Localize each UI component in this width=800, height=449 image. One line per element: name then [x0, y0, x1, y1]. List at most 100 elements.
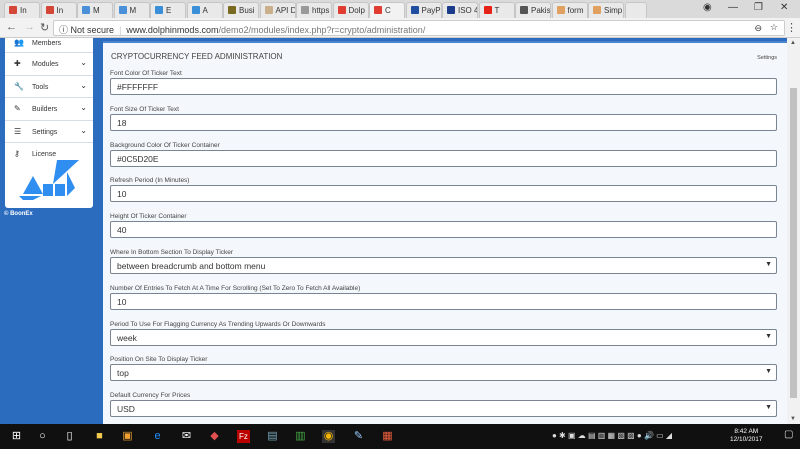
scroll-down-icon[interactable]: ▼: [790, 416, 796, 422]
browser-tab[interactable]: M: [77, 2, 113, 18]
app-icon[interactable]: ▤: [266, 430, 279, 443]
zoom-icon[interactable]: ⊖: [754, 23, 762, 34]
select-dropdown[interactable]: top ▼: [110, 364, 777, 382]
dolphin-icon: [374, 6, 382, 14]
site-icon: [118, 6, 127, 14]
taskbar: ⊞ ○ ▯ ■ ▣ e ✉ ◆ Fz ▤ ▥ ◉ ✎ ▦ ● ✱ ▣ ☁ ▤ ▥…: [0, 424, 800, 449]
browser-tab[interactable]: Pakis: [515, 2, 551, 18]
tab-strip: In In M M E A Busi API D https Dolp C PayP ISO 4 T Pak…: [0, 0, 800, 18]
tab-label: C: [385, 6, 391, 15]
page-title: CRYPTOCURRENCY FEED ADMINISTRATION: [111, 52, 283, 61]
profile-icon[interactable]: ◉: [703, 2, 712, 13]
browser-tab[interactable]: In: [40, 2, 77, 18]
new-tab-button[interactable]: [624, 2, 647, 18]
close-window-button[interactable]: ✕: [780, 2, 788, 13]
maximize-button[interactable]: ❐: [754, 2, 763, 13]
browser-tab[interactable]: Dolp: [332, 2, 369, 18]
sliders-icon: ☰: [14, 126, 22, 136]
settings-link[interactable]: Settings: [757, 55, 777, 61]
browser-tab[interactable]: https: [296, 2, 332, 18]
mail-icon[interactable]: ✉: [180, 430, 193, 443]
menu-icon[interactable]: ⋮: [786, 21, 797, 34]
clock-date: 12/10/2017: [730, 436, 763, 443]
reload-button[interactable]: ↻: [40, 21, 49, 34]
browser-tab[interactable]: T: [478, 2, 515, 18]
app-icon[interactable]: ◆: [208, 430, 221, 443]
sidebar-item-members[interactable]: 👥 Members: [5, 38, 93, 53]
store-icon[interactable]: ▣: [121, 430, 134, 443]
chrome-icon[interactable]: ◉: [322, 430, 335, 443]
browser-tab[interactable]: PayP: [405, 2, 442, 18]
back-button[interactable]: ←: [6, 21, 17, 33]
select-dropdown[interactable]: week ▼: [110, 328, 777, 346]
windows-start-icon[interactable]: ⊞: [10, 430, 23, 443]
site-icon: [593, 6, 601, 14]
select-dropdown[interactable]: between breadcrumb and bottom menu ▼: [110, 257, 777, 274]
chevron-down-icon: ⌄: [80, 103, 87, 112]
text-input[interactable]: 10: [110, 292, 777, 310]
link-icon: [191, 6, 200, 14]
select-dropdown[interactable]: USD ▼: [110, 400, 777, 418]
text-input[interactable]: #FFFFFFF: [110, 78, 777, 95]
edge-icon[interactable]: e: [151, 430, 164, 443]
browser-tab[interactable]: ISO 4: [442, 2, 478, 18]
browser-tab[interactable]: form: [551, 2, 588, 18]
form-field: Period To Use For Flagging Currency As T…: [110, 321, 777, 346]
field-value: #FFFFFFF: [117, 82, 159, 92]
text-input[interactable]: 10: [110, 185, 777, 203]
app-icon[interactable]: ✎: [352, 430, 365, 443]
clock[interactable]: 8:42 AM 12/10/2017: [730, 428, 763, 444]
tray-icons[interactable]: ● ✱ ▣ ☁ ▤ ▥ ▦ ▧ ▨ ● 🔊 ▭ ◢: [552, 431, 672, 440]
info-icon[interactable]: ⓘ: [59, 25, 68, 35]
text-input[interactable]: #0C5D20E: [110, 149, 777, 167]
sidebar-item-tools[interactable]: 🔧 Tools ⌄: [5, 76, 93, 98]
tab-label: https: [312, 6, 330, 15]
task-view-icon[interactable]: ▯: [63, 430, 76, 443]
chevron-down-icon: ⌄: [80, 125, 87, 135]
page-icon: [301, 6, 309, 14]
tab-label: Dolp: [348, 6, 365, 15]
boonex-logo: [19, 160, 79, 200]
file-explorer-icon[interactable]: ■: [93, 430, 106, 443]
tab-label: Simp: [604, 6, 623, 15]
tab-label: E: [166, 6, 172, 15]
filezilla-icon[interactable]: Fz: [237, 430, 250, 443]
tab-label: form: [567, 6, 584, 15]
field-value: 18: [117, 117, 127, 128]
sidebar-item-settings[interactable]: ☰ Settings ⌄: [5, 121, 93, 143]
text-input[interactable]: 18: [110, 113, 777, 131]
url-input[interactable]: ⓘ Not secure | www.dolphinmods.com/demo2/m…: [53, 20, 785, 36]
field-label: Period To Use For Flagging Currency As T…: [110, 320, 326, 328]
text-input[interactable]: 40: [110, 221, 777, 239]
scroll-up-icon[interactable]: ▲: [790, 40, 796, 46]
sidebar-item-builders[interactable]: ✎ Builders ⌄: [5, 98, 93, 121]
browser-tab[interactable]: In: [4, 2, 40, 18]
field-value: 40: [117, 225, 127, 236]
forward-button[interactable]: →: [24, 21, 35, 33]
minimize-button[interactable]: —: [728, 2, 738, 13]
browser-tab[interactable]: Simp: [588, 2, 624, 18]
scrollbar-thumb[interactable]: [790, 88, 797, 398]
browser-tab[interactable]: API D: [259, 2, 296, 18]
tab-label: In: [56, 6, 64, 15]
bookmark-star-icon[interactable]: ☆: [770, 22, 778, 33]
app-icon[interactable]: ▥: [294, 430, 307, 443]
browser-tab[interactable]: Busi: [223, 2, 259, 18]
browser-tab[interactable]: M: [113, 2, 150, 18]
field-label: Number Of Entries To Fetch At A Time For…: [110, 284, 361, 292]
site-icon: [228, 6, 236, 14]
wand-icon: ✎: [14, 104, 21, 113]
sidebar-item-label: Builders: [32, 106, 58, 113]
form-field: Refresh Period (In Minutes) 10: [110, 177, 777, 203]
browser-tab[interactable]: E: [150, 2, 186, 18]
sidebar-item-modules[interactable]: ✚ Modules ⌄: [5, 53, 93, 76]
tab-label: PayP: [421, 6, 441, 15]
cortana-icon[interactable]: ○: [36, 430, 49, 443]
modules-icon: ✚: [14, 59, 21, 68]
browser-tab[interactable]: A: [186, 2, 223, 18]
field-value: #0C5D20E: [117, 153, 159, 164]
app-icon[interactable]: ▦: [381, 430, 394, 443]
notifications-icon[interactable]: ▢: [784, 429, 793, 440]
scrollbar[interactable]: ▲ ▼: [787, 38, 800, 424]
browser-tab[interactable]: C: [369, 2, 405, 18]
